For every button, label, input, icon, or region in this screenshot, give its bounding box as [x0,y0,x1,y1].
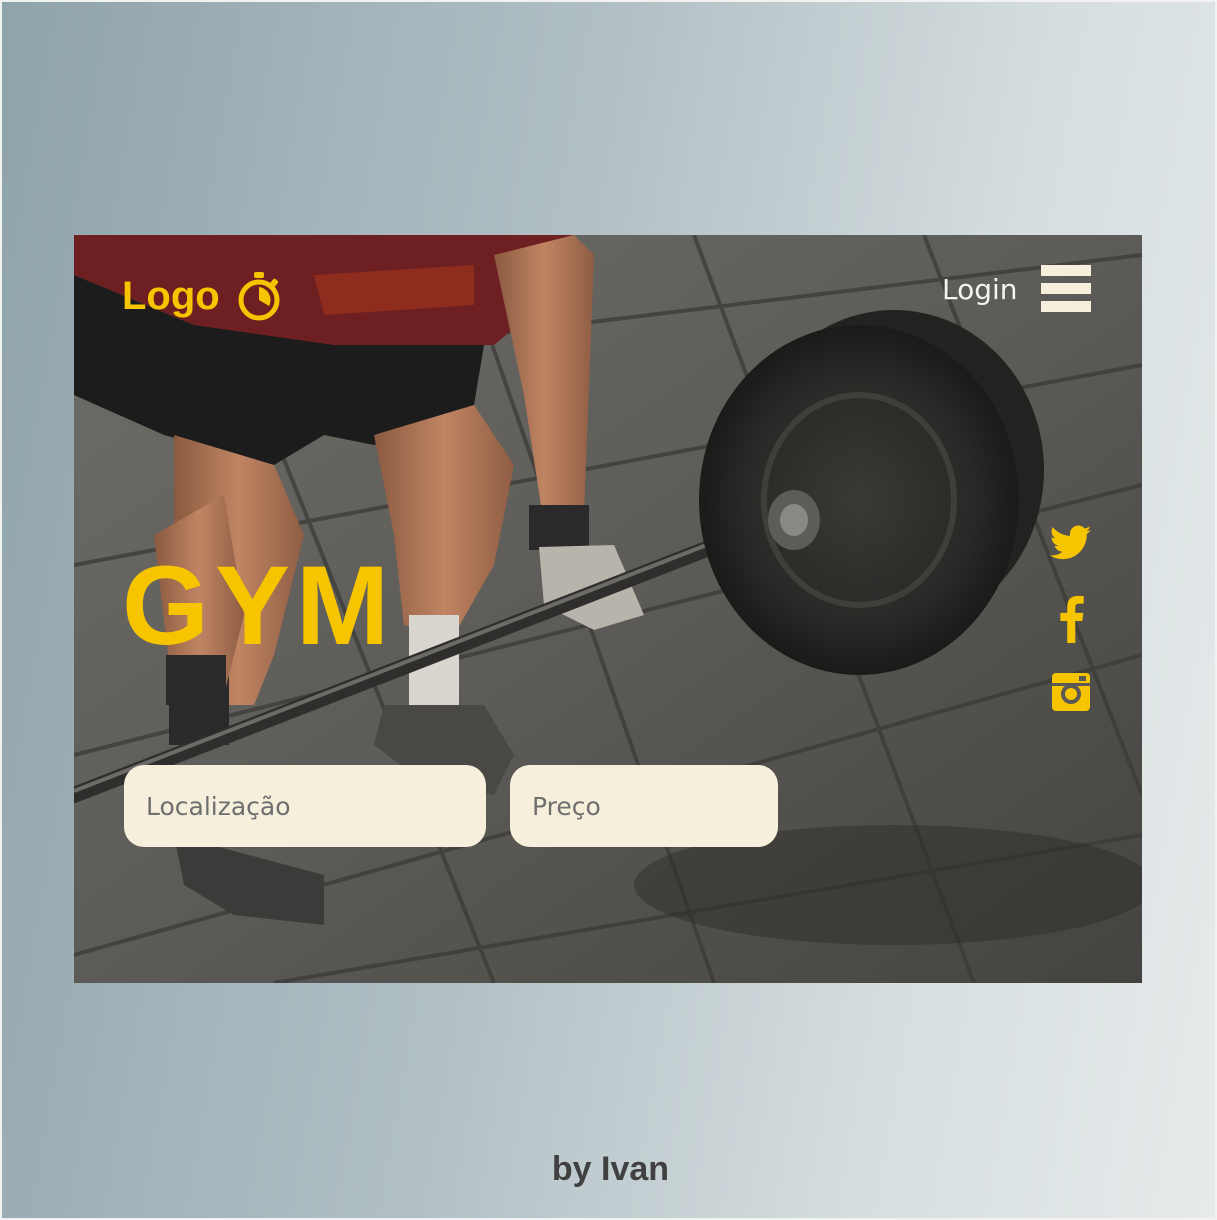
location-input[interactable] [124,765,486,847]
hero-title: GYM [122,543,396,668]
twitter-icon[interactable] [1049,525,1092,565]
facebook-icon[interactable] [1050,595,1092,647]
page-background: Logo Login GYM Localização Preço by Ivan [0,0,1217,1220]
login-link[interactable]: Login [942,273,1018,306]
logo-text: Logo [122,273,220,318]
hamburger-menu-icon[interactable] [1041,265,1091,313]
hero-card: Logo Login GYM [74,235,1142,983]
author-credit: by Ivan [551,1150,670,1188]
price-input[interactable] [510,765,778,847]
stopwatch-icon [236,271,282,321]
instagram-icon[interactable] [1050,671,1092,717]
logo[interactable]: Logo [122,271,282,321]
